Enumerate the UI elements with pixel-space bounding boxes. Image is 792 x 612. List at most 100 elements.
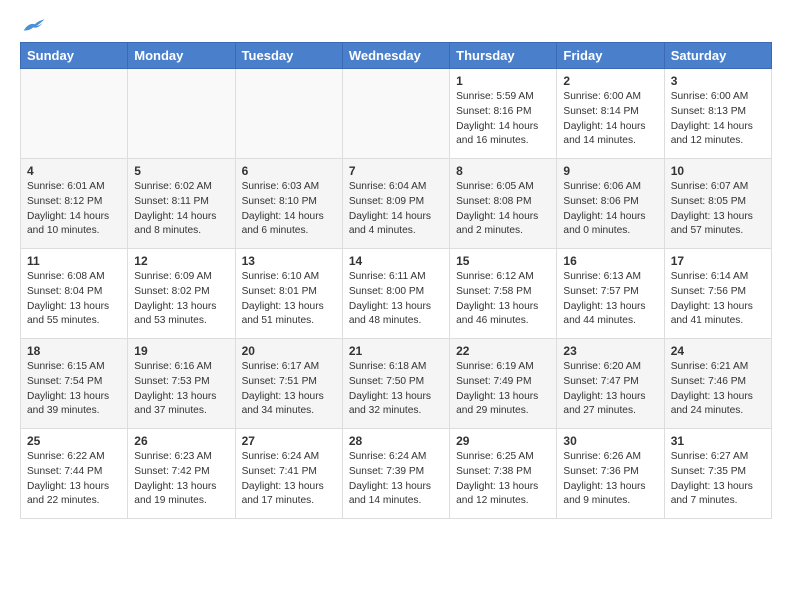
day-number: 1 — [456, 74, 550, 88]
day-info: Sunrise: 6:04 AM Sunset: 8:09 PM Dayligh… — [349, 180, 443, 239]
calendar-day-30: 30 Sunrise: 6:26 AM Sunset: 7:36 PM Dayli… — [557, 429, 664, 519]
calendar-week-5: 25 Sunrise: 6:22 AM Sunset: 7:44 PM Dayli… — [21, 429, 772, 519]
calendar-table: SundayMondayTuesdayWednesdayThursdayFrid… — [20, 42, 772, 519]
day-info: Sunrise: 6:11 AM Sunset: 8:00 PM Dayligh… — [349, 270, 443, 329]
day-number: 22 — [456, 344, 550, 358]
weekday-header-thursday: Thursday — [450, 43, 557, 69]
day-number: 13 — [242, 254, 336, 268]
calendar-week-4: 18Sunrise: 6:15 AM Sunset: 7:54 PM Dayli… — [21, 339, 772, 429]
calendar-day-2: 2 Sunrise: 6:00 AM Sunset: 8:14 PM Daylig… — [557, 69, 664, 159]
day-number: 24 — [671, 344, 765, 358]
day-number: 26 — [134, 434, 228, 448]
day-number: 2 — [563, 74, 657, 88]
day-number: 6 — [242, 164, 336, 178]
day-info: Sunrise: 6:06 AM Sunset: 8:06 PM Dayligh… — [563, 180, 657, 239]
day-number: 7 — [349, 164, 443, 178]
day-number: 19 — [134, 344, 228, 358]
day-info: Sunrise: 6:05 AM Sunset: 8:08 PM Dayligh… — [456, 180, 550, 239]
day-number: 17 — [671, 254, 765, 268]
calendar-day-29: 29 Sunrise: 6:25 AM Sunset: 7:38 PM Dayli… — [450, 429, 557, 519]
calendar-day-24: 24 Sunrise: 6:21 AM Sunset: 7:46 PM Dayli… — [664, 339, 771, 429]
day-info: Sunrise: 6:22 AM Sunset: 7:44 PM Dayligh… — [27, 450, 121, 509]
day-info: Sunrise: 6:10 AM Sunset: 8:01 PM Dayligh… — [242, 270, 336, 329]
day-number: 16 — [563, 254, 657, 268]
logo — [20, 16, 46, 34]
weekday-header-friday: Friday — [557, 43, 664, 69]
day-number: 12 — [134, 254, 228, 268]
calendar-day-25: 25 Sunrise: 6:22 AM Sunset: 7:44 PM Dayli… — [21, 429, 128, 519]
day-info: Sunrise: 6:09 AM Sunset: 8:02 PM Dayligh… — [134, 270, 228, 329]
day-info: Sunrise: 6:00 AM Sunset: 8:14 PM Dayligh… — [563, 90, 657, 149]
calendar-day-7: 7 Sunrise: 6:04 AM Sunset: 8:09 PM Daylig… — [342, 159, 449, 249]
logo-bird-icon — [22, 16, 46, 34]
calendar-body: 1 Sunrise: 5:59 AM Sunset: 8:16 PM Daylig… — [21, 69, 772, 519]
day-number: 30 — [563, 434, 657, 448]
day-info: Sunrise: 6:13 AM Sunset: 7:57 PM Dayligh… — [563, 270, 657, 329]
day-number: 23 — [563, 344, 657, 358]
day-number: 4 — [27, 164, 121, 178]
day-number: 29 — [456, 434, 550, 448]
day-number: 5 — [134, 164, 228, 178]
empty-cell — [342, 69, 449, 159]
calendar-day-10: 10Sunrise: 6:07 AM Sunset: 8:05 PM Dayli… — [664, 159, 771, 249]
day-info: Sunrise: 6:27 AM Sunset: 7:35 PM Dayligh… — [671, 450, 765, 509]
day-info: Sunrise: 6:24 AM Sunset: 7:39 PM Dayligh… — [349, 450, 443, 509]
weekday-header-sunday: Sunday — [21, 43, 128, 69]
empty-cell — [128, 69, 235, 159]
calendar-day-23: 23 Sunrise: 6:20 AM Sunset: 7:47 PM Dayli… — [557, 339, 664, 429]
calendar-day-5: 5 Sunrise: 6:02 AM Sunset: 8:11 PM Daylig… — [128, 159, 235, 249]
day-number: 9 — [563, 164, 657, 178]
day-info: Sunrise: 6:19 AM Sunset: 7:49 PM Dayligh… — [456, 360, 550, 419]
day-info: Sunrise: 6:24 AM Sunset: 7:41 PM Dayligh… — [242, 450, 336, 509]
day-info: Sunrise: 6:18 AM Sunset: 7:50 PM Dayligh… — [349, 360, 443, 419]
weekday-header-tuesday: Tuesday — [235, 43, 342, 69]
day-number: 18 — [27, 344, 121, 358]
day-info: Sunrise: 6:21 AM Sunset: 7:46 PM Dayligh… — [671, 360, 765, 419]
empty-cell — [235, 69, 342, 159]
calendar-day-12: 12 Sunrise: 6:09 AM Sunset: 8:02 PM Dayli… — [128, 249, 235, 339]
day-number: 28 — [349, 434, 443, 448]
day-info: Sunrise: 6:14 AM Sunset: 7:56 PM Dayligh… — [671, 270, 765, 329]
day-number: 11 — [27, 254, 121, 268]
calendar-week-2: 4 Sunrise: 6:01 AM Sunset: 8:12 PM Daylig… — [21, 159, 772, 249]
calendar-day-20: 20 Sunrise: 6:17 AM Sunset: 7:51 PM Dayli… — [235, 339, 342, 429]
day-number: 10 — [671, 164, 765, 178]
day-info: Sunrise: 6:02 AM Sunset: 8:11 PM Dayligh… — [134, 180, 228, 239]
calendar-day-16: 16 Sunrise: 6:13 AM Sunset: 7:57 PM Dayli… — [557, 249, 664, 339]
day-number: 14 — [349, 254, 443, 268]
calendar-day-14: 14 Sunrise: 6:11 AM Sunset: 8:00 PM Dayli… — [342, 249, 449, 339]
weekday-header-row: SundayMondayTuesdayWednesdayThursdayFrid… — [21, 43, 772, 69]
day-info: Sunrise: 6:00 AM Sunset: 8:13 PM Dayligh… — [671, 90, 765, 149]
calendar-day-15: 15Sunrise: 6:12 AM Sunset: 7:58 PM Dayli… — [450, 249, 557, 339]
day-number: 3 — [671, 74, 765, 88]
weekday-header-monday: Monday — [128, 43, 235, 69]
calendar-day-27: 27Sunrise: 6:24 AM Sunset: 7:41 PM Dayli… — [235, 429, 342, 519]
calendar-day-6: 6 Sunrise: 6:03 AM Sunset: 8:10 PM Daylig… — [235, 159, 342, 249]
calendar-header: SundayMondayTuesdayWednesdayThursdayFrid… — [21, 43, 772, 69]
day-info: Sunrise: 6:23 AM Sunset: 7:42 PM Dayligh… — [134, 450, 228, 509]
day-info: Sunrise: 6:17 AM Sunset: 7:51 PM Dayligh… — [242, 360, 336, 419]
calendar-day-31: 31 Sunrise: 6:27 AM Sunset: 7:35 PM Dayli… — [664, 429, 771, 519]
day-info: Sunrise: 6:26 AM Sunset: 7:36 PM Dayligh… — [563, 450, 657, 509]
calendar-day-13: 13 Sunrise: 6:10 AM Sunset: 8:01 PM Dayli… — [235, 249, 342, 339]
day-info: Sunrise: 6:16 AM Sunset: 7:53 PM Dayligh… — [134, 360, 228, 419]
calendar-day-3: 3 Sunrise: 6:00 AM Sunset: 8:13 PM Daylig… — [664, 69, 771, 159]
calendar-day-4: 4 Sunrise: 6:01 AM Sunset: 8:12 PM Daylig… — [21, 159, 128, 249]
day-number: 31 — [671, 434, 765, 448]
weekday-header-saturday: Saturday — [664, 43, 771, 69]
day-info: Sunrise: 6:03 AM Sunset: 8:10 PM Dayligh… — [242, 180, 336, 239]
day-info: Sunrise: 6:20 AM Sunset: 7:47 PM Dayligh… — [563, 360, 657, 419]
calendar-day-26: 26 Sunrise: 6:23 AM Sunset: 7:42 PM Dayli… — [128, 429, 235, 519]
calendar-week-3: 11Sunrise: 6:08 AM Sunset: 8:04 PM Dayli… — [21, 249, 772, 339]
day-number: 25 — [27, 434, 121, 448]
page-header — [20, 16, 772, 34]
calendar-day-8: 8Sunrise: 6:05 AM Sunset: 8:08 PM Daylig… — [450, 159, 557, 249]
calendar-day-9: 9 Sunrise: 6:06 AM Sunset: 8:06 PM Daylig… — [557, 159, 664, 249]
day-info: Sunrise: 5:59 AM Sunset: 8:16 PM Dayligh… — [456, 90, 550, 149]
day-info: Sunrise: 6:25 AM Sunset: 7:38 PM Dayligh… — [456, 450, 550, 509]
day-number: 20 — [242, 344, 336, 358]
calendar-day-11: 11Sunrise: 6:08 AM Sunset: 8:04 PM Dayli… — [21, 249, 128, 339]
day-info: Sunrise: 6:01 AM Sunset: 8:12 PM Dayligh… — [27, 180, 121, 239]
weekday-header-wednesday: Wednesday — [342, 43, 449, 69]
calendar-day-18: 18Sunrise: 6:15 AM Sunset: 7:54 PM Dayli… — [21, 339, 128, 429]
